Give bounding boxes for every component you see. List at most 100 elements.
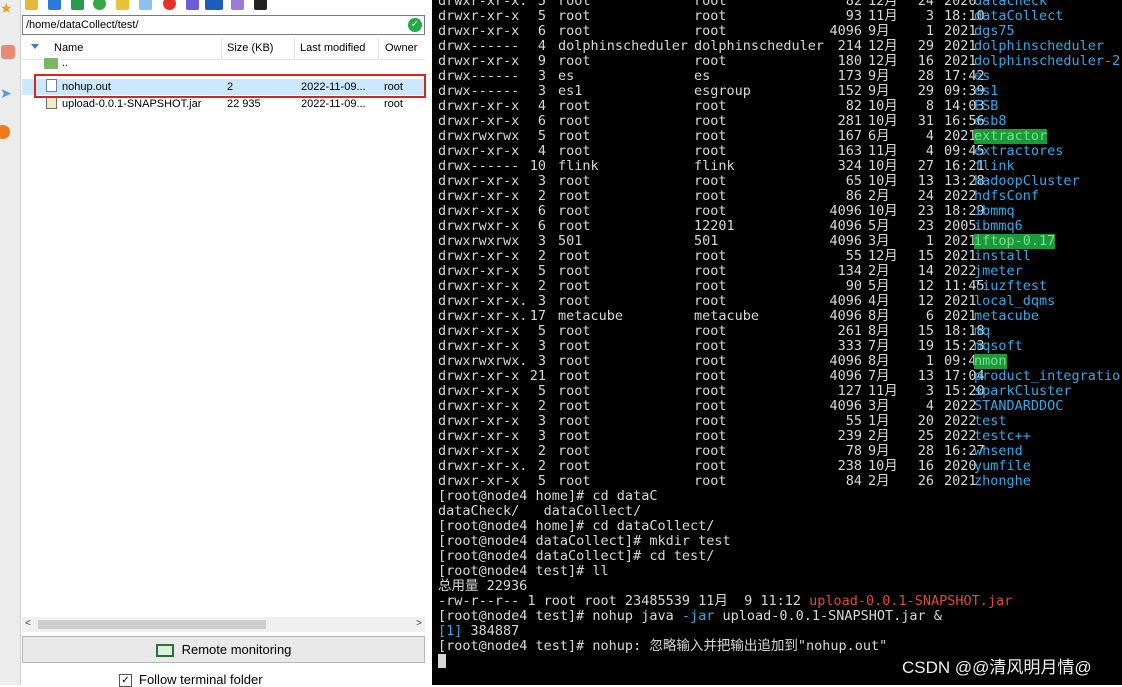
new-folder-icon[interactable] — [116, 0, 129, 10]
magic-wand-icon[interactable] — [231, 0, 244, 10]
go-check-icon[interactable]: ✓ — [408, 18, 422, 32]
path-input[interactable]: /home/dataCollect/test/ ✓ — [22, 15, 425, 35]
listing-name: es — [974, 68, 991, 84]
listing-owner: es1 — [558, 83, 583, 99]
scroll-thumb[interactable] — [38, 620, 266, 629]
listing-time: 2021 — [944, 128, 977, 144]
listing-group: root — [694, 23, 727, 39]
terminal-icon[interactable] — [254, 0, 267, 10]
terminal-line: [root@node4 home]# cd dataCollect/ — [438, 518, 715, 534]
process-id: 384887 — [462, 623, 520, 639]
listing-day: 13 — [917, 173, 934, 189]
listing-owner: root — [558, 473, 591, 489]
column-divider[interactable] — [221, 38, 222, 59]
new-file-icon[interactable] — [139, 0, 152, 10]
horizontal-scrollbar[interactable]: < > — [22, 617, 425, 632]
listing-name: liuzftest — [974, 278, 1048, 294]
listing-links: 4 — [537, 98, 546, 114]
listing-name: hdfsConf — [974, 188, 1040, 204]
listing-mon: 10月 — [868, 113, 898, 129]
terminal-line: [1] 384887 — [438, 624, 519, 639]
download-icon[interactable] — [48, 0, 61, 10]
listing-mon: 9月 — [868, 443, 890, 459]
ll-output: -rw-r--r-- 1 root root 23485539 11月 9 11… — [438, 593, 810, 609]
network-icon[interactable] — [1, 45, 15, 59]
terminal-panel[interactable]: drwxr-xr-x. 5 root root 82 12月 24 2020 datacheck… — [432, 0, 1122, 685]
listing-perm: drwxr-xr-x — [438, 323, 520, 339]
listing-group: flink — [694, 158, 735, 174]
listing-time: 2021 — [944, 233, 977, 249]
highlight-box — [34, 74, 426, 98]
listing-day: 3 — [925, 383, 934, 399]
terminal-line: 总用量 22936 — [438, 578, 528, 594]
listing-perm: drwxrwxr-x — [438, 218, 520, 234]
listing-day: 4 — [925, 143, 934, 159]
listing-owner: root — [558, 398, 591, 414]
listing-day: 4 — [925, 398, 934, 414]
listing-time: 2021 — [944, 23, 977, 39]
listing-mon: 8月 — [868, 323, 890, 339]
column-divider[interactable] — [294, 38, 295, 59]
listing-links: 6 — [537, 113, 546, 129]
listing-day: 8 — [925, 98, 934, 114]
listing-name: dataCollect — [974, 8, 1064, 24]
refresh-icon[interactable] — [93, 0, 106, 10]
listing-owner: root — [558, 263, 591, 279]
listing-size: 82 — [845, 98, 862, 114]
listing-name: nmon — [974, 353, 1007, 369]
listing-group: root — [694, 383, 727, 399]
arrow-icon[interactable]: ➤ — [0, 85, 16, 101]
column-divider[interactable] — [378, 38, 379, 59]
globe-icon[interactable] — [0, 125, 10, 139]
listing-links: 5 — [537, 128, 546, 144]
listing-mon: 7月 — [868, 368, 890, 384]
listing-group: root — [694, 248, 727, 264]
terminal-line: -rw-r--r-- 1 root root 23485539 11月 9 11… — [438, 594, 1012, 609]
listing-owner: root — [558, 368, 591, 384]
properties-icon[interactable] — [205, 0, 223, 10]
listing-size: 239 — [837, 428, 862, 444]
listing-perm: drwxr-xr-x — [438, 248, 520, 264]
listing-perm: drwx------ — [438, 38, 520, 54]
listing-perm: drwxr-xr-x. — [438, 293, 528, 309]
column-size[interactable]: Size (KB) — [227, 42, 273, 54]
collapse-caret-icon[interactable] — [31, 44, 39, 49]
listing-perm: drwx------ — [438, 158, 520, 174]
listing-group: root — [694, 173, 727, 189]
listing-owner: root — [558, 383, 591, 399]
upload-icon[interactable] — [71, 0, 84, 10]
file-size: 22 935 — [227, 98, 261, 110]
column-owner[interactable]: Owner — [385, 42, 417, 54]
listing-day: 28 — [917, 68, 934, 84]
listing-links: 5 — [537, 263, 546, 279]
checkbox-check-icon[interactable]: ✓ — [119, 674, 132, 687]
listing-group: root — [694, 53, 727, 69]
star-icon[interactable]: ★ — [0, 0, 16, 16]
listing-owner: root — [558, 188, 591, 204]
listing-links: 21 — [529, 368, 546, 384]
listing-mon: 12月 — [868, 38, 898, 54]
listing-mon: 2月 — [868, 428, 890, 444]
remote-monitoring-button[interactable]: Remote monitoring — [22, 636, 425, 663]
folder-icon[interactable] — [25, 0, 38, 10]
listing-name: ESB — [974, 98, 999, 114]
listing-time: 2022 — [944, 263, 977, 279]
listing-links: 4 — [537, 38, 546, 54]
scroll-right-icon[interactable]: > — [416, 618, 422, 629]
listing-mon: 10月 — [868, 173, 898, 189]
listing-mon: 8月 — [868, 353, 890, 369]
table-row[interactable]: upload-0.0.1-SNAPSHOT.jar 22 935 2022-11… — [22, 96, 425, 112]
rename-icon[interactable] — [186, 0, 199, 10]
listing-owner: root — [558, 8, 591, 24]
delete-icon[interactable] — [163, 0, 176, 10]
listing-mon: 1月 — [868, 413, 890, 429]
listing-day: 1 — [925, 23, 934, 39]
listing-group: 12201 — [694, 218, 735, 234]
listing-name: extractor — [974, 128, 1048, 144]
scroll-left-icon[interactable]: < — [25, 618, 31, 629]
column-name[interactable]: Name — [54, 42, 83, 54]
listing-group: root — [694, 338, 727, 354]
column-last-modified[interactable]: Last modified — [300, 42, 365, 54]
listing-name: ibmmq6 — [974, 218, 1023, 234]
listing-mon: 10月 — [868, 458, 898, 474]
